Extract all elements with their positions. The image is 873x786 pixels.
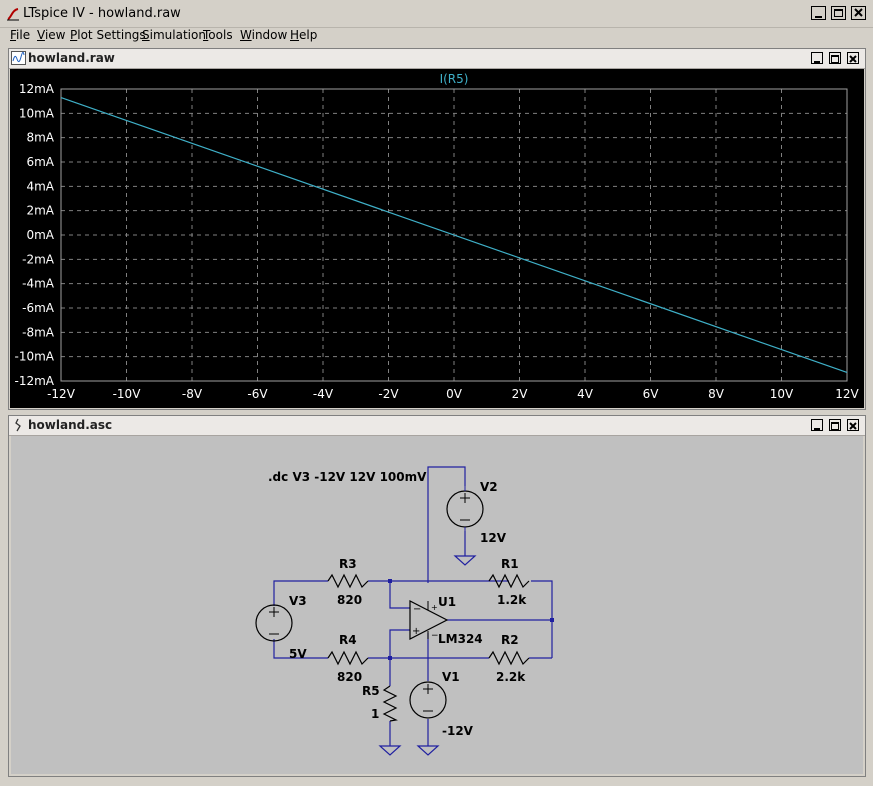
schematic-maximize-button[interactable] (829, 419, 841, 431)
x-tick-label: -12V (47, 387, 76, 401)
v3-value: 5V (289, 647, 307, 661)
x-tick-label: 0V (446, 387, 463, 401)
x-tick-label: -6V (247, 387, 268, 401)
y-tick-label: -12mA (15, 374, 55, 388)
r1-name: R1 (501, 557, 519, 571)
waveform-minimize-button[interactable] (811, 52, 823, 64)
maximize-icon (831, 55, 839, 63)
x-tick-label: 4V (577, 387, 594, 401)
schematic-window-titlebar[interactable]: howland.asc (9, 416, 865, 436)
waveform-window-titlebar[interactable]: howland.raw (9, 49, 865, 69)
dc-directive[interactable]: .dc V3 -12V 12V 100mV (268, 470, 427, 484)
menu-file[interactable]: File (10, 28, 30, 42)
r2-name: R2 (501, 633, 519, 647)
waveform-doc-icon (11, 51, 26, 65)
v1-value: -12V (442, 724, 474, 738)
x-tick-label: -8V (182, 387, 203, 401)
x-tick-label: 10V (770, 387, 794, 401)
svg-text:−: − (413, 604, 421, 615)
v2-name: V2 (480, 480, 498, 494)
trace-label[interactable]: I(R5) (440, 72, 469, 86)
close-icon (854, 8, 863, 17)
schematic-doc-icon (15, 418, 21, 432)
close-button[interactable] (851, 6, 866, 20)
svg-text:+: + (431, 603, 438, 612)
schematic-window-title: howland.asc (28, 418, 113, 432)
v3-name: V3 (289, 594, 307, 608)
close-icon (849, 55, 857, 63)
waveform-plot[interactable]: I(R5) 12mA 10mA 8mA 6mA 4mA 2mA 0mA -2mA -4mA -6m… (10, 69, 864, 408)
waveform-close-button[interactable] (847, 52, 859, 64)
minimize-icon (814, 428, 820, 430)
y-tick-label: 2mA (26, 204, 54, 218)
minimize-icon (815, 16, 822, 18)
v2-value: 12V (480, 531, 507, 545)
y-tick-label: 6mA (26, 155, 54, 169)
y-tick-label: -2mA (22, 252, 55, 266)
menu-plot-settings[interactable]: Plot Settings (70, 28, 146, 42)
close-icon (849, 422, 857, 430)
y-tick-label: 0mA (26, 228, 54, 242)
y-tick-label: 4mA (26, 179, 54, 193)
waveform-maximize-button[interactable] (829, 52, 841, 64)
x-tick-label: 8V (708, 387, 725, 401)
r4-value: 820 (337, 670, 362, 684)
y-tick-label: 8mA (26, 131, 54, 145)
app-title: LTspice IV - howland.raw (23, 6, 181, 21)
maximize-icon (834, 9, 843, 17)
app-titlebar: LTspice IV - howland.raw (0, 0, 873, 28)
minimize-icon (814, 61, 820, 63)
schematic-minimize-button[interactable] (811, 419, 823, 431)
x-tick-label: 6V (643, 387, 660, 401)
waveform-window: howland.raw I(R5) 12mA 10mA 8mA 6mA 4mA 2mA 0m… (8, 48, 866, 410)
x-tick-label: 12V (835, 387, 859, 401)
minimize-button[interactable] (811, 6, 826, 20)
menu-window[interactable]: Window (240, 28, 287, 42)
r3-value: 820 (337, 593, 362, 607)
schematic-window: howland.asc − + + − .dc V3 -12V 12V 100m… (8, 415, 866, 777)
y-tick-label: 12mA (19, 82, 55, 96)
r5-name: R5 (362, 684, 380, 698)
r2-value: 2.2k (496, 670, 526, 684)
r1-value: 1.2k (497, 593, 527, 607)
schematic-close-button[interactable] (847, 419, 859, 431)
x-tick-label: -4V (313, 387, 334, 401)
schematic-canvas[interactable]: − + + − .dc V3 -12V 12V 100mV V2 12V V3 … (11, 436, 863, 774)
x-tick-label: -10V (113, 387, 142, 401)
x-tick-label: 2V (512, 387, 529, 401)
y-tick-label: -8mA (22, 325, 55, 339)
maximize-button[interactable] (831, 6, 846, 20)
r5-value: 1 (371, 707, 379, 721)
v1-name: V1 (442, 670, 460, 684)
r4-name: R4 (339, 633, 357, 647)
ltspice-logo-icon (7, 8, 19, 21)
waveform-window-title: howland.raw (28, 51, 115, 65)
x-tick-label: -2V (378, 387, 399, 401)
maximize-icon (831, 422, 839, 430)
y-tick-label: -6mA (22, 301, 55, 315)
menu-view[interactable]: View (37, 28, 65, 42)
y-tick-label: -4mA (22, 277, 55, 291)
svg-text:+: + (412, 626, 420, 637)
r3-name: R3 (339, 557, 357, 571)
u1-value: LM324 (438, 632, 483, 646)
y-tick-label: -10mA (15, 350, 55, 364)
u1-name: U1 (438, 595, 456, 609)
y-tick-label: 10mA (19, 106, 55, 120)
menu-simulation[interactable]: Simulation (142, 28, 206, 42)
menu-tools[interactable]: Tools (203, 28, 233, 42)
menu-bar: File View Plot Settings Simulation Tools Wind… (0, 27, 873, 45)
menu-help[interactable]: Help (290, 28, 317, 42)
